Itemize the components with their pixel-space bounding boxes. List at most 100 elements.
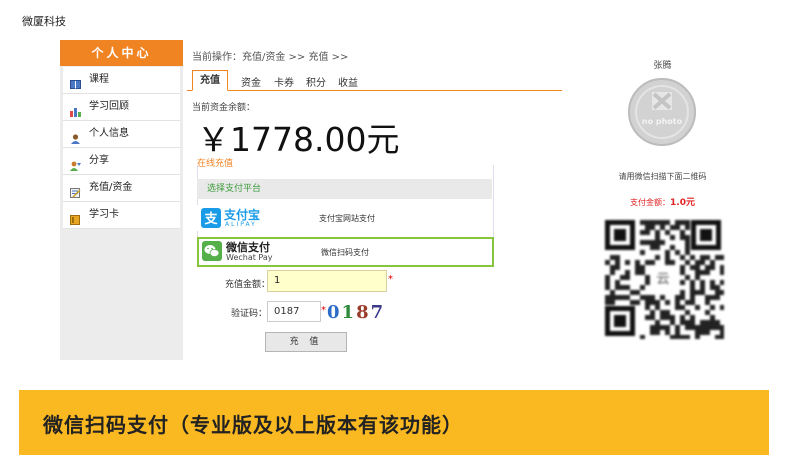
- captcha-char: 0: [327, 302, 342, 323]
- banner-text: 微信扫码支付（专业版及以上版本有该功能）: [43, 413, 463, 437]
- tab-recharge[interactable]: 充值: [192, 70, 228, 91]
- qr-module: [685, 225, 690, 230]
- qr-module: [625, 260, 630, 265]
- qr-module: [720, 305, 725, 310]
- captcha-image[interactable]: 0187: [327, 302, 385, 323]
- sidebar-item-study-card[interactable]: 学习卡: [63, 202, 180, 229]
- recharge-submit-button[interactable]: 充 值: [265, 332, 347, 352]
- sidebar-item-recharge[interactable]: 充值/资金: [63, 175, 180, 202]
- qr-code: 云: [602, 217, 725, 340]
- qr-module: [720, 265, 725, 270]
- qr-module: [690, 325, 695, 330]
- qr-module: [620, 285, 625, 290]
- tab-points[interactable]: 积分: [306, 74, 326, 89]
- payment-option-wechat[interactable]: 微信支付 Wechat Pay 微信扫码支付: [197, 237, 494, 267]
- qr-module: [690, 255, 695, 260]
- qr-module: [655, 320, 660, 325]
- company-name: 微厦科技: [22, 15, 66, 28]
- qr-module: [640, 270, 645, 275]
- qr-module: [680, 270, 685, 275]
- tab-funds[interactable]: 资金: [241, 74, 261, 89]
- required-mark: *: [321, 305, 326, 316]
- sidebar-item-label: 个人信息: [89, 128, 129, 139]
- sidebar-item-label: 学习卡: [89, 209, 119, 220]
- qr-module: [655, 255, 660, 260]
- sidebar: 个人中心 课程 学习回顾 个人信息 分享 充值/资金 学习卡: [60, 40, 183, 360]
- recharge-icon: [70, 183, 81, 198]
- qr-module: [700, 285, 705, 290]
- sidebar-item-profile[interactable]: 个人信息: [63, 121, 180, 148]
- qr-module: [720, 280, 725, 285]
- qr-module: [690, 265, 695, 270]
- payment-platform-box: 选择支付平台 支 支付宝 ALIPAY 支付宝网站支付 微信支付 Wechat …: [197, 165, 494, 267]
- qr-module: [705, 310, 710, 315]
- qr-module: [625, 275, 630, 280]
- qr-module: [615, 285, 620, 290]
- qr-module: [665, 315, 670, 320]
- svg-text:云: 云: [656, 272, 669, 287]
- qr-module: [665, 250, 670, 255]
- qr-module: [700, 320, 705, 325]
- qr-module: [710, 305, 715, 310]
- qr-module: [710, 325, 715, 330]
- qr-module: [680, 335, 685, 340]
- tab-bar: 充值 资金 卡券 积分 收益: [187, 70, 562, 91]
- qr-module: [710, 280, 715, 285]
- qr-module: [680, 290, 685, 295]
- qr-module: [670, 315, 675, 320]
- qr-module: [695, 335, 700, 340]
- qr-module: [655, 235, 660, 240]
- qr-finder-bottom-left: [605, 306, 635, 336]
- qr-module: [645, 315, 650, 320]
- captcha-input[interactable]: 0187: [267, 301, 321, 322]
- qr-module: [615, 265, 620, 270]
- qr-module: [705, 320, 710, 325]
- qr-module: [660, 240, 665, 245]
- qr-module: [655, 245, 660, 250]
- qr-module: [680, 235, 685, 240]
- qr-module: [705, 325, 710, 330]
- qr-code-image: 云: [602, 217, 725, 340]
- sidebar-item-review[interactable]: 学习回顾: [63, 94, 180, 121]
- balance-label: 当前资金余额：: [192, 103, 256, 113]
- qr-finder-top-right: [691, 220, 721, 250]
- qr-module: [610, 290, 615, 295]
- qr-module: [655, 325, 660, 330]
- alipay-desc: 支付宝网站支付: [319, 214, 375, 223]
- qr-module: [675, 300, 680, 305]
- qr-module: [690, 280, 695, 285]
- qr-module: [715, 285, 720, 290]
- qr-module: [695, 275, 700, 280]
- user-icon: [70, 129, 80, 144]
- qr-center-logo: 云: [650, 267, 676, 289]
- qr-module: [645, 230, 650, 235]
- qr-module: [645, 240, 650, 245]
- tab-coupons[interactable]: 卡券: [274, 74, 294, 89]
- qr-module: [645, 220, 650, 225]
- qr-module: [700, 330, 705, 335]
- qr-module: [715, 255, 720, 260]
- qr-module: [685, 260, 690, 265]
- sidebar-item-courses[interactable]: 课程: [63, 67, 180, 94]
- qr-module: [665, 300, 670, 305]
- qr-module: [680, 315, 685, 320]
- qr-module: [660, 220, 665, 225]
- tab-earnings[interactable]: 收益: [338, 74, 358, 89]
- qr-module: [650, 225, 655, 230]
- qr-module: [665, 310, 670, 315]
- avatar: no photo: [628, 78, 696, 146]
- qr-module: [640, 335, 645, 340]
- qr-module: [705, 300, 710, 305]
- qr-module: [665, 220, 670, 225]
- qr-module: [705, 295, 710, 300]
- sidebar-item-label: 分享: [89, 155, 109, 166]
- qr-module: [670, 320, 675, 325]
- qr-module: [645, 275, 650, 280]
- sidebar-item-share[interactable]: 分享: [63, 148, 180, 175]
- payment-option-alipay[interactable]: 支 支付宝 ALIPAY 支付宝网站支付: [197, 205, 490, 231]
- qr-module: [650, 220, 655, 225]
- qr-module: [645, 305, 650, 310]
- qr-module: [645, 300, 650, 305]
- wechat-desc: 微信扫码支付: [321, 248, 369, 257]
- amount-input[interactable]: 1: [267, 270, 387, 292]
